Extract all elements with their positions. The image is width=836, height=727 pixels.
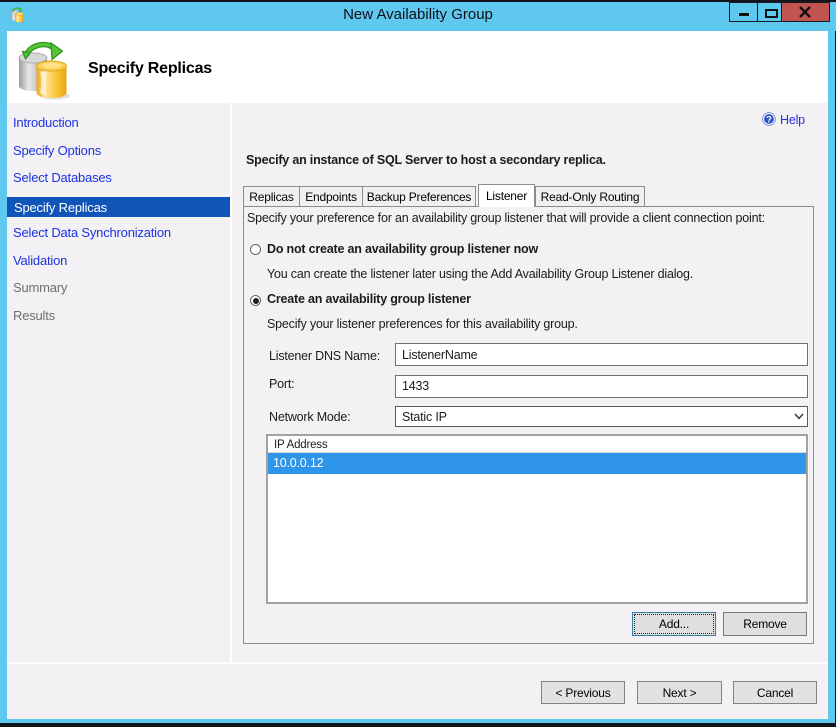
- svg-text:?: ?: [766, 114, 772, 125]
